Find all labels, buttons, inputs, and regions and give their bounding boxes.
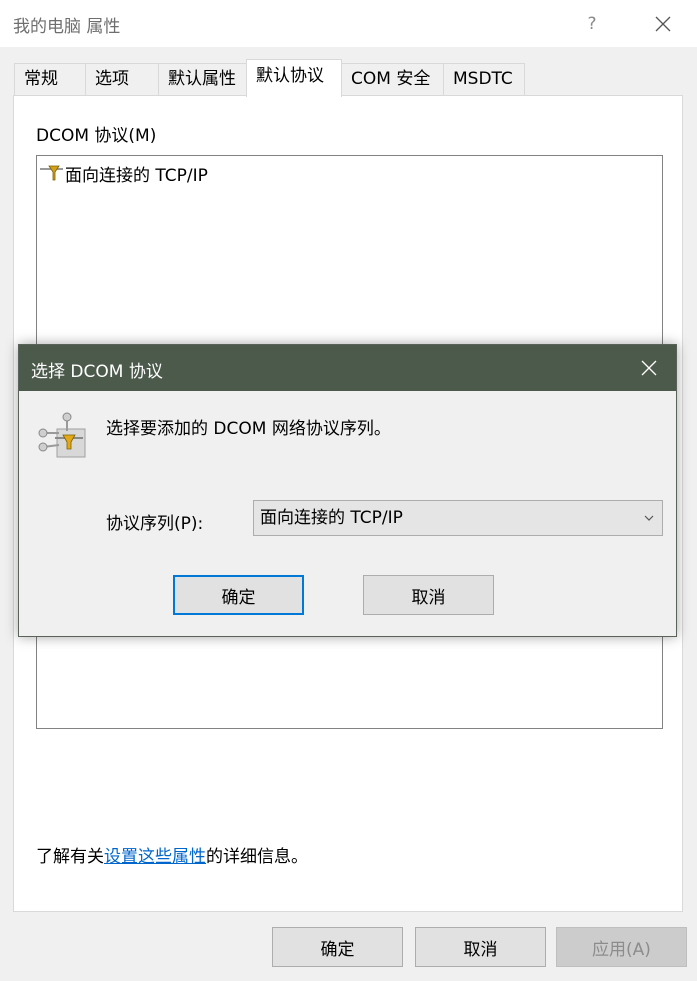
close-icon [655, 16, 671, 31]
apply-button[interactable]: 应用(A) [556, 927, 687, 967]
select-dcom-protocol-dialog: 选择 DCOM 协议 选择要添加的 DCOM 网络协议序列。 协议序列(P): … [18, 344, 677, 637]
chevron-down-icon [644, 515, 654, 521]
dcom-protocols-label: DCOM 协议(M) [36, 126, 157, 146]
tab-default-protocols[interactable]: 默认协议 [246, 59, 342, 97]
protocol-sequence-select[interactable]: 面向连接的 TCP/IP [253, 500, 663, 536]
protocol-sequence-value: 面向连接的 TCP/IP [260, 508, 403, 528]
close-button[interactable] [640, 0, 686, 47]
ok-button[interactable]: 确定 [272, 927, 403, 967]
cancel-button[interactable]: 取消 [415, 927, 546, 967]
dialog-titlebar: 选择 DCOM 协议 [19, 345, 676, 391]
tab-com-security[interactable]: COM 安全 [341, 63, 444, 96]
network-protocol-icon [39, 164, 65, 184]
help-info-line: 了解有关设置这些属性的详细信息。 [36, 842, 308, 867]
dialog-ok-button[interactable]: 确定 [173, 575, 304, 615]
settings-help-link[interactable]: 设置这些属性 [104, 847, 206, 867]
info-prefix: 了解有关 [36, 847, 104, 867]
protocol-sequence-label: 协议序列(P): [106, 514, 204, 534]
dialog-close-button[interactable] [626, 345, 672, 391]
tab-options[interactable]: 选项 [85, 63, 159, 96]
info-suffix: 的详细信息。 [206, 847, 308, 867]
help-button[interactable]: ? [572, 0, 612, 47]
window-titlebar: 我的电脑 属性 ? [0, 0, 697, 47]
tab-msdtc[interactable]: MSDTC [443, 63, 525, 96]
list-item-label: 面向连接的 TCP/IP [65, 166, 208, 186]
close-icon [641, 360, 657, 376]
window-title: 我的电脑 属性 [13, 17, 121, 37]
list-item[interactable]: 面向连接的 TCP/IP [39, 161, 208, 186]
dialog-title: 选择 DCOM 协议 [31, 362, 163, 382]
tab-default-properties[interactable]: 默认属性 [158, 63, 247, 96]
dialog-cancel-button[interactable]: 取消 [363, 575, 494, 615]
network-protocol-icon [37, 411, 87, 463]
dialog-description: 选择要添加的 DCOM 网络协议序列。 [106, 419, 391, 439]
tab-general[interactable]: 常规 [14, 63, 86, 96]
